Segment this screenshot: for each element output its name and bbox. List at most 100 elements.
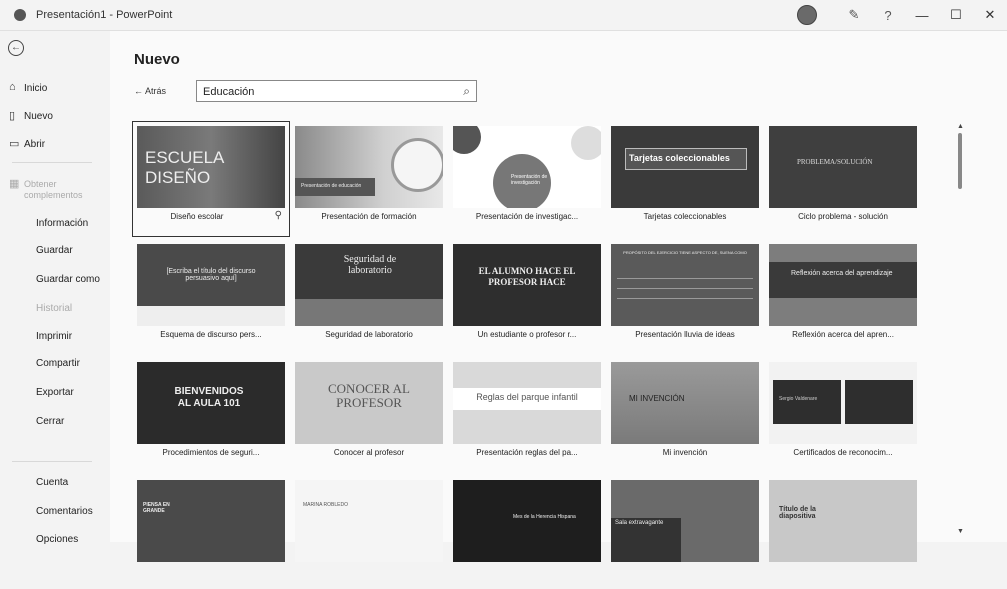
template-card[interactable]: Mes de la Herencia Hispana (450, 477, 604, 589)
search-input[interactable]: Educación ⌕ (196, 80, 477, 102)
sidebar-item-imprimir[interactable]: Imprimir (36, 331, 72, 342)
sidebar-divider (12, 461, 92, 462)
page-title: Nuevo (134, 51, 180, 68)
template-card[interactable]: Presentación de investigación Presentaci… (450, 123, 604, 235)
sidebar-item-nuevo[interactable]: ▯ Nuevo (0, 106, 110, 128)
template-card[interactable]: MARINA ROBLEDO (292, 477, 446, 589)
pen-icon[interactable]: ✎ (837, 7, 871, 23)
sidebar-divider (12, 162, 92, 163)
template-label: Presentación de formación (321, 212, 417, 221)
template-card[interactable]: Presentación de educación Presentación d… (292, 123, 446, 235)
pin-icon[interactable]: ⚲ (275, 210, 282, 221)
thumbnail-text: [Escriba el título del discurso persuasi… (166, 268, 256, 282)
template-label: Certificados de reconocim... (793, 448, 893, 457)
template-card[interactable]: MI INVENCIÓN Mi invención (608, 359, 762, 471)
folder-icon: ▭ (9, 138, 20, 150)
template-card[interactable]: Sergio Valdenare Certificados de reconoc… (766, 359, 920, 471)
sidebar-item-compartir[interactable]: Compartir (36, 358, 80, 369)
thumbnail-text: Tarjetas coleccionables (629, 153, 730, 163)
template-label: Presentación reglas del pa... (476, 448, 578, 457)
thumbnail-text: ESCUELA DISEÑO (145, 148, 224, 187)
template-thumbnail: Presentación de educación (295, 126, 443, 208)
thumbnail-text: Sala extravagante (615, 520, 664, 526)
thumbnail-text: MI INVENCIÓN (629, 394, 685, 403)
template-card[interactable]: BIENVENIDOS AL AULA 101 Procedimientos d… (134, 359, 288, 471)
template-thumbnail: MARINA ROBLEDO (295, 480, 443, 562)
sidebar-item-label: Abrir (24, 139, 46, 150)
template-thumbnail: Presentación de investigación (453, 126, 601, 208)
template-thumbnail: CONOCER AL PROFESOR (295, 362, 443, 444)
powerpoint-logo-icon (14, 9, 26, 21)
avatar[interactable] (797, 5, 817, 25)
template-label: Tarjetas coleccionables (643, 212, 727, 221)
search-icon[interactable]: ⌕ (463, 84, 470, 99)
template-label: Presentación de investigac... (475, 212, 579, 221)
sidebar-item-informacion[interactable]: Información (36, 218, 88, 229)
minimize-icon[interactable]: — (905, 8, 939, 23)
sidebar-item-label: Obtener complementos (24, 179, 83, 200)
template-label: Conocer al profesor (333, 448, 405, 457)
sidebar-item-inicio[interactable]: ⌂ Inicio (0, 78, 110, 100)
template-thumbnail: Mes de la Herencia Hispana (453, 480, 601, 562)
scroll-up-icon[interactable]: ▲ (957, 123, 964, 130)
scroll-down-icon[interactable]: ▼ (957, 528, 964, 535)
template-card[interactable]: PROPÓSITO DEL EJERCICIO TIENE ASPECTO DE… (608, 241, 762, 353)
help-icon[interactable]: ? (871, 8, 905, 23)
template-thumbnail: Título de la diapositiva (769, 480, 917, 562)
template-card[interactable]: [Escriba el título del discurso persuasi… (134, 241, 288, 353)
sidebar-item-historial: Historial (36, 303, 73, 314)
template-card[interactable]: PIENSA EN GRANDE (134, 477, 288, 589)
template-label: Ciclo problema - solución (798, 212, 888, 221)
vertical-scrollbar[interactable]: ▲ ▼ (954, 123, 966, 542)
template-card[interactable]: Seguridad de laboratorio Seguridad de la… (292, 241, 446, 353)
new-document-icon: ▯ (9, 110, 16, 122)
template-card[interactable]: Sala extravagante (608, 477, 762, 589)
thumbnail-text: PIENSA EN GRANDE (143, 502, 170, 514)
maximize-icon[interactable]: ☐ (939, 7, 973, 23)
template-thumbnail: Reglas del parque infantil (453, 362, 601, 444)
thumbnail-text: PROPÓSITO DEL EJERCICIO TIENE ASPECTO DE… (623, 250, 747, 255)
template-label: Procedimientos de seguri... (162, 448, 260, 457)
template-card[interactable]: Título de la diapositiva (766, 477, 920, 589)
store-icon: ▦ (9, 178, 20, 190)
template-thumbnail: Reflexión acerca del aprendizaje (769, 244, 917, 326)
sidebar-item-abrir[interactable]: ▭ Abrir (0, 134, 110, 156)
template-label: Seguridad de laboratorio (325, 330, 413, 339)
sidebar-item-guardar[interactable]: Guardar (36, 245, 73, 256)
thumbnail-text: Presentación de investigación (511, 174, 548, 186)
thumbnail-text: PROBLEMA/SOLUCIÓN (797, 158, 873, 166)
template-label: Reflexión acerca del apren... (792, 330, 894, 339)
thumbnail-text: BIENVENIDOS AL AULA 101 (174, 386, 244, 409)
scrollbar-thumb[interactable] (958, 133, 962, 189)
template-card[interactable]: Tarjetas coleccionables Tarjetas colecci… (608, 123, 762, 235)
sidebar-item-guardar-como[interactable]: Guardar como (36, 274, 100, 285)
thumbnail-text: Sergio Valdenare (779, 396, 818, 402)
template-thumbnail: EL ALUMNO HACE EL PROFESOR HACE (453, 244, 601, 326)
template-label: Un estudiante o profesor r... (477, 330, 577, 339)
sidebar-item-cuenta[interactable]: Cuenta (36, 477, 68, 488)
sidebar-item-cerrar[interactable]: Cerrar (36, 416, 64, 427)
back-arrow-icon[interactable]: ← (8, 40, 24, 56)
template-label: Presentación lluvia de ideas (635, 330, 735, 339)
thumbnail-text: Seguridad de laboratorio (343, 254, 397, 276)
thumbnail-text: MARINA ROBLEDO (303, 502, 349, 508)
template-label: Mi invención (662, 448, 708, 457)
search-value: Educación (203, 86, 255, 98)
template-thumbnail: Sala extravagante (611, 480, 759, 562)
template-card[interactable]: Reglas del parque infantil Presentación … (450, 359, 604, 471)
sidebar-item-exportar[interactable]: Exportar (36, 387, 74, 398)
template-card[interactable]: PROBLEMA/SOLUCIÓN Ciclo problema - soluc… (766, 123, 920, 235)
template-card[interactable]: CONOCER AL PROFESOR Conocer al profesor (292, 359, 446, 471)
template-card[interactable]: EL ALUMNO HACE EL PROFESOR HACE Un estud… (450, 241, 604, 353)
template-card[interactable]: Reflexión acerca del aprendizaje Reflexi… (766, 241, 920, 353)
template-card[interactable]: ESCUELA DISEÑO Diseño escolar ⚲ (132, 121, 290, 237)
template-thumbnail: Seguridad de laboratorio (295, 244, 443, 326)
title-bar: Presentación1 - PowerPoint ✎ ? — ☐ ✕ (0, 0, 1007, 31)
sidebar-item-comentarios[interactable]: Comentarios (36, 506, 93, 517)
sidebar-item-opciones[interactable]: Opciones (36, 534, 78, 545)
sidebar-item-label: Inicio (24, 83, 48, 94)
back-link[interactable]: ← Atrás (134, 86, 166, 96)
close-icon[interactable]: ✕ (973, 7, 1007, 23)
template-label: Diseño escolar (170, 212, 224, 221)
template-thumbnail: Sergio Valdenare (769, 362, 917, 444)
